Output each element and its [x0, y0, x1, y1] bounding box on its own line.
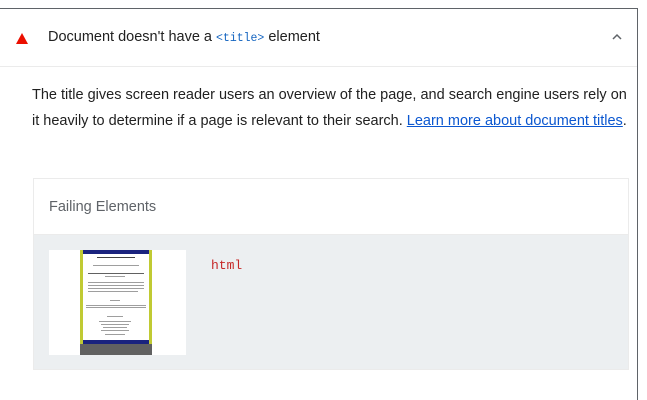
node-snippet[interactable]: html: [211, 258, 242, 273]
table-header: Failing Elements: [34, 179, 628, 235]
table-row[interactable]: html: [34, 235, 628, 369]
audit-title: Document doesn't have a <title> element: [48, 29, 320, 45]
title-tag-code: <title>: [216, 32, 265, 45]
thumbnail-page: [80, 250, 152, 350]
fail-triangle-icon: [16, 33, 28, 44]
table-header-label: Failing Elements: [49, 199, 157, 215]
failing-elements-table: Failing Elements html: [33, 178, 629, 370]
chevron-up-icon[interactable]: [611, 31, 623, 43]
audit-panel: Document doesn't have a <title> element …: [0, 8, 638, 400]
audit-description: The title gives screen reader users an o…: [32, 87, 627, 129]
element-screenshot-thumbnail: [49, 250, 186, 355]
learn-more-link[interactable]: Learn more about document titles: [407, 113, 623, 129]
audit-header[interactable]: Document doesn't have a <title> element: [0, 9, 637, 67]
